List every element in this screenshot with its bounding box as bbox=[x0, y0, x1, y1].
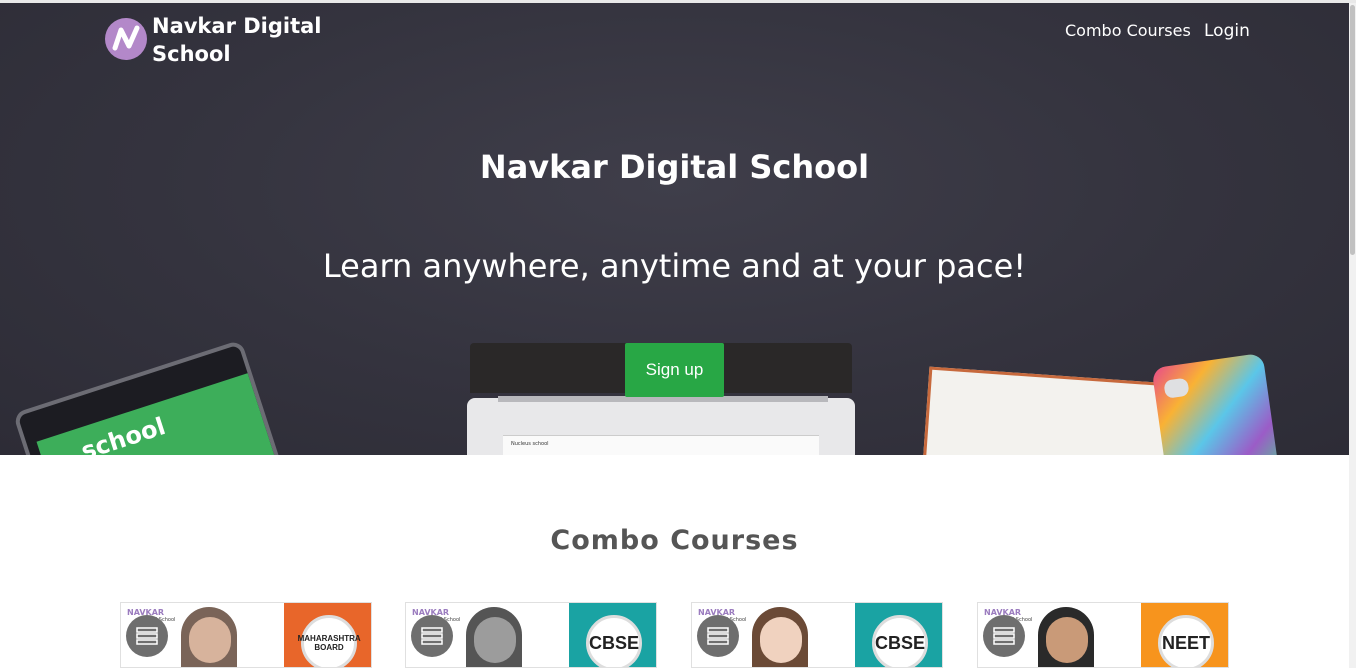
course-card[interactable]: NAVKAR Digital School CBSE bbox=[691, 602, 943, 668]
brand-line-1: Navkar Digital bbox=[152, 14, 322, 38]
phone-illustration bbox=[1151, 352, 1281, 455]
book-illustration bbox=[921, 366, 1174, 455]
card-badge-area: NEET bbox=[1141, 603, 1228, 667]
student-face bbox=[760, 617, 802, 663]
book-stack-icon bbox=[983, 615, 1025, 657]
hero-subtitle: Learn anywhere, anytime and at your pace… bbox=[322, 247, 1027, 285]
student-face bbox=[189, 617, 231, 663]
brand-line-2: School bbox=[152, 42, 231, 66]
board-badge: NEET bbox=[1158, 615, 1214, 667]
course-card[interactable]: NAVKAR Digital School MAHARASHTRA BOARD bbox=[120, 602, 372, 668]
card-badge-area: CBSE bbox=[855, 603, 942, 667]
laptop-screen-text: Nucleus school bbox=[511, 441, 549, 447]
brand-name[interactable]: Navkar Digital School bbox=[152, 12, 352, 68]
course-card[interactable]: NAVKAR Digital School CBSE bbox=[405, 602, 657, 668]
board-badge: CBSE bbox=[872, 615, 928, 667]
card-badge-area: MAHARASHTRA BOARD bbox=[284, 603, 371, 667]
book-stack-icon bbox=[411, 615, 453, 657]
page: school Nucleus school Navkar Digital Sch… bbox=[0, 0, 1356, 668]
board-badge: MAHARASHTRA BOARD bbox=[298, 615, 361, 667]
card-badge-area: CBSE bbox=[569, 603, 656, 667]
book-stack-icon bbox=[126, 615, 168, 657]
board-badge: CBSE bbox=[586, 615, 642, 667]
student-face bbox=[474, 617, 516, 663]
tablet-illustration: school bbox=[12, 339, 288, 455]
phone-camera bbox=[1163, 377, 1190, 399]
book-stack-icon bbox=[697, 615, 739, 657]
combo-courses-heading: Combo Courses bbox=[550, 525, 799, 556]
course-card[interactable]: NAVKAR Digital School NEET bbox=[977, 602, 1229, 668]
scrollbar-thumb[interactable] bbox=[1350, 5, 1355, 255]
nav-combo-courses-link[interactable]: Combo Courses bbox=[1065, 21, 1191, 40]
nav-login-link[interactable]: Login bbox=[1204, 21, 1250, 41]
student-face bbox=[1046, 617, 1088, 663]
signup-button[interactable]: Sign up bbox=[625, 343, 724, 397]
laptop-screen: Nucleus school bbox=[503, 435, 819, 455]
tablet-screen bbox=[36, 364, 288, 455]
hero-title: Navkar Digital School bbox=[479, 148, 870, 186]
brand-logo-icon[interactable] bbox=[105, 18, 147, 60]
navkar-n-logo-icon bbox=[112, 25, 140, 51]
hero-banner: school Nucleus school Navkar Digital Sch… bbox=[0, 3, 1349, 455]
